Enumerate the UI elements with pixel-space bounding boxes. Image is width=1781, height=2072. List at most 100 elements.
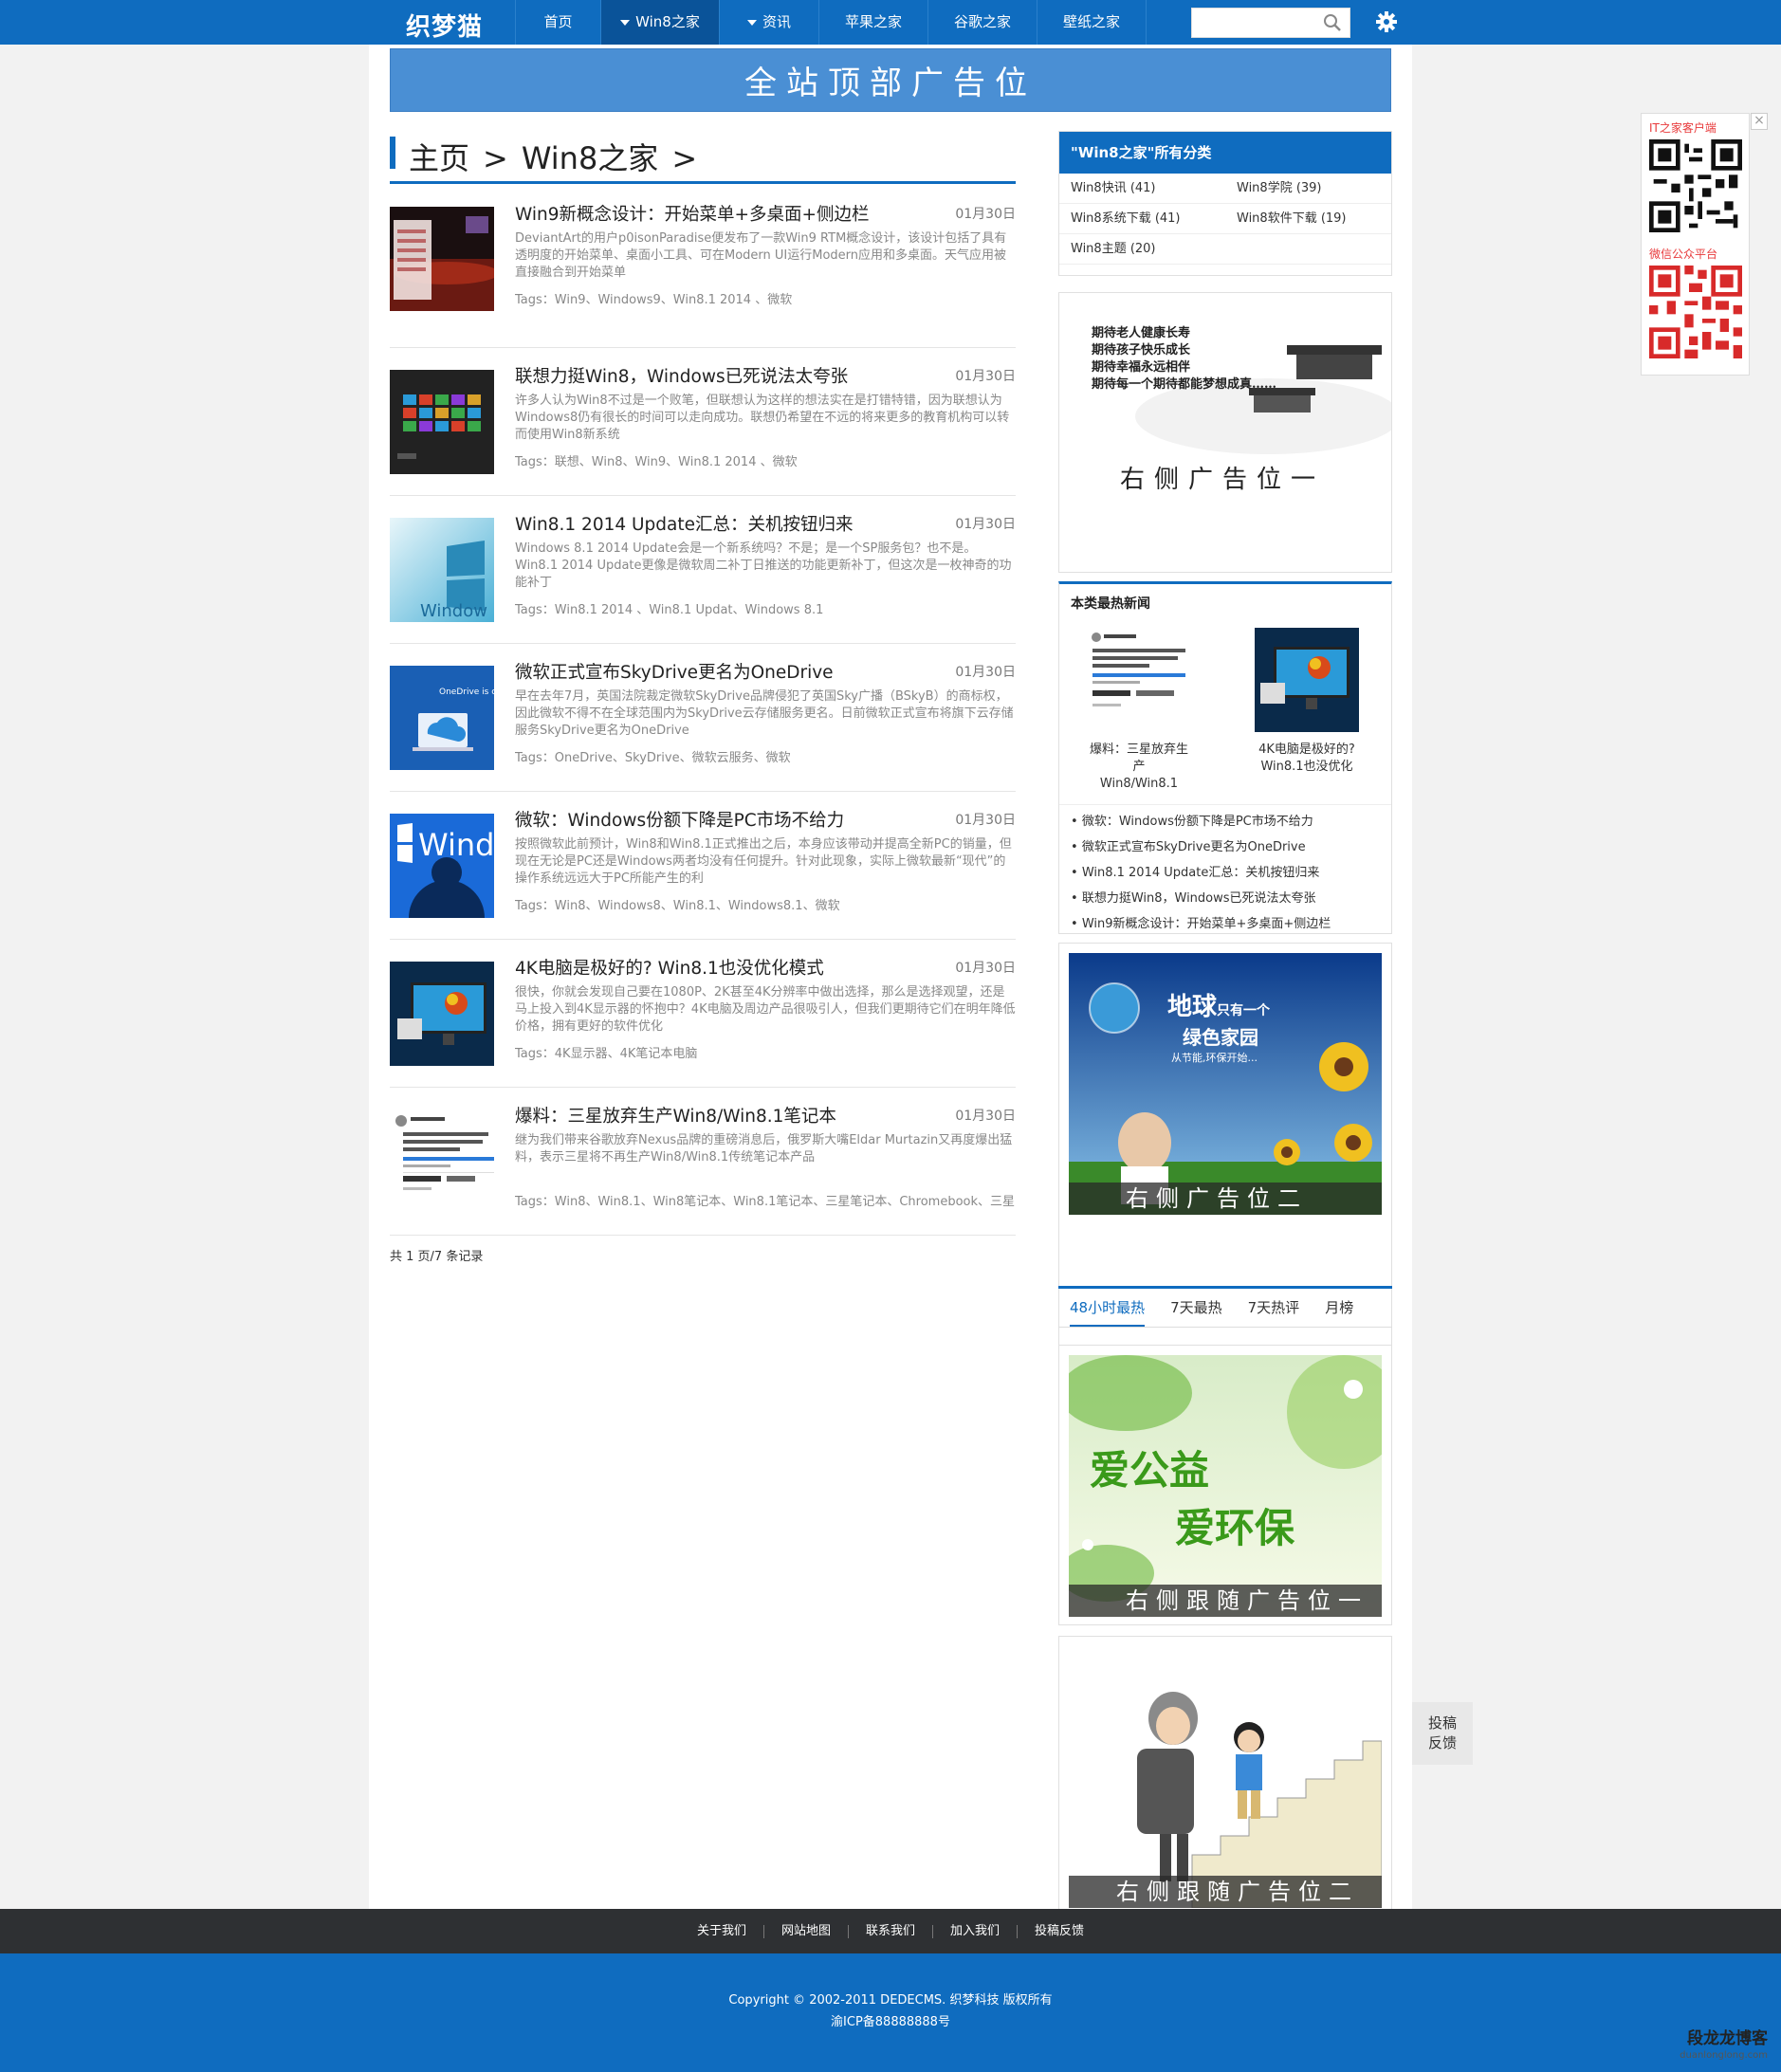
ad-label: 右侧广告位一 [1120,466,1326,494]
close-icon[interactable]: × [1751,113,1768,130]
hot-news-pic[interactable]: 爆料：三星放弃生产 Win8/Win8.1 [1086,628,1192,793]
article-date: 01月30日 [955,961,1016,976]
article-tags[interactable]: Tags：联想、Win8、Win9、Win8.1 2014 、微软 [515,451,1016,469]
article-item: Window Win8.1 2014 Update汇总：关机按钮归来 01月30… [390,497,1016,644]
tab-month[interactable]: 月榜 [1325,1289,1353,1327]
breadcrumb-win8[interactable]: Win8之家 [522,140,658,176]
hot-news-list: • 微软：Windows份额下降是PC市场不给力 • 微软正式宣布SkyDriv… [1059,804,1391,933]
tab-48h-hot[interactable]: 48小时最热 [1070,1289,1146,1327]
footer-link-sitemap[interactable]: 网站地图 [764,1924,849,1938]
search-input[interactable] [1192,9,1315,37]
article-title[interactable]: 爆料：三星放弃生产Win8/Win8.1笔记本 [515,1103,932,1128]
category-link[interactable]: Win8快讯 (41) [1059,174,1225,204]
sidebar: "Win8之家"所有分类 Win8快讯 (41) Win8学院 (39) Win… [1058,131,1392,1916]
article-date: 01月30日 [955,813,1016,828]
nav-item-google[interactable]: 谷歌之家 [928,0,1037,45]
article-summary: 按照微软此前预计，Win8和Win8.1正式推出之后，本身应该带动并提高全新PC… [515,837,1012,886]
site-logo[interactable]: 织梦猫 [406,8,483,42]
footer-link-about[interactable]: 关于我们 [680,1924,764,1938]
sidebar-follow-ad-2[interactable]: 右侧跟随广告位二 [1058,1636,1392,1916]
hot-news-caption: 爆料：三星放弃生产 [1089,743,1188,774]
breadcrumb-home[interactable]: 主页 [409,140,469,176]
article-title[interactable]: 联想力挺Win8，Windows已死说法太夸张 [515,363,932,388]
qr-code-app[interactable] [1649,139,1742,232]
tab-7day-hot[interactable]: 7天最热 [1170,1289,1222,1327]
footer-link-contact[interactable]: 联系我们 [849,1924,933,1938]
hot-news-link[interactable]: • Win9新概念设计：开始菜单+多桌面+侧边栏 [1059,911,1391,933]
article-item: OneDrive is co 微软正式宣布SkyDrive更名为OneDrive… [390,645,1016,792]
gear-icon[interactable] [1375,10,1398,33]
article-thumbnail[interactable]: Windo [390,814,494,918]
hot-news-link[interactable]: • Win8.1 2014 Update汇总：关机按钮归来 [1059,860,1391,886]
article-summary: 继为我们带来谷歌放弃Nexus品牌的重磅消息后，俄罗斯大嘴Eldar Murta… [515,1133,1013,1164]
article-date: 01月30日 [955,207,1016,222]
article-title[interactable]: 4K电脑是极好的? Win8.1也没优化模式 [515,955,932,980]
article-tags[interactable]: Tags：4K显示器、4K笔记本电脑 [515,1043,1016,1061]
footer-link-join[interactable]: 加入我们 [933,1924,1019,1938]
footer-icp[interactable]: 渝ICP备88888888号 [0,2011,1781,2029]
article-tags[interactable]: Tags：Win8、Windows8、Win8.1、Windows8.1、微软 [515,895,1016,913]
article-summary: Windows 8.1 2014 Update会是一个新系统吗？不是；是一个SP… [515,541,1012,590]
hot-news-link[interactable]: • 联想力挺Win8，Windows已死说法太夸张 [1059,886,1391,911]
category-link[interactable]: Win8系统下载 (41) [1059,204,1225,234]
article-tags[interactable]: Tags：OneDrive、SkyDrive、微软云服务、微软 [515,747,1016,765]
svg-text:Windo: Windo [418,827,494,863]
article-thumbnail[interactable] [390,370,494,474]
article-thumbnail[interactable]: Window [390,518,494,622]
breadcrumb: 主页 > Win8之家 > [390,135,1016,184]
sidebar-follow-ad-1[interactable]: 爱公益 爱环保 右侧跟随广告位一 [1058,1345,1392,1625]
nav-item-wallpaper[interactable]: 壁纸之家 [1037,0,1147,45]
category-title: "Win8之家"所有分类 [1059,132,1391,174]
hot-news-box: 本类最热新闻 爆料：三星放弃生产 Win8/Win8.1 4K电脑是极好的? Win… [1058,581,1392,934]
ad-label: 右侧跟随广告位二 [1069,1876,1382,1908]
article-tags[interactable]: Tags：Win8.1 2014 、Win8.1 Updat、Windows 8… [515,599,1016,617]
article-thumbnail[interactable] [390,962,494,1066]
tab-7day-comment[interactable]: 7天热评 [1248,1289,1300,1327]
article-thumbnail[interactable] [390,1109,494,1214]
footer-links: 关于我们 网站地图 联系我们 加入我们 投稿反馈 [0,1909,1781,1953]
hot-news-title: 本类最热新闻 [1071,596,1150,612]
ad-image [1069,1646,1382,1908]
ad-line: 期待孩子快乐成长 [1092,343,1191,358]
qr-float-panel: IT之家客户端 微信公众平台 [1641,113,1750,376]
top-ad-banner[interactable]: 全站顶部广告位 [390,48,1391,112]
breadcrumb-marker [390,137,395,169]
article-title[interactable]: 微软：Windows份额下降是PC市场不给力 [515,807,932,832]
nav-item-home[interactable]: 首页 [516,0,601,45]
category-link[interactable]: Win8主题 (20) [1059,234,1225,265]
article-title[interactable]: Win9新概念设计：开始菜单+多桌面+侧边栏 [515,201,932,226]
sidebar-ad-1[interactable]: 期待老人健康长寿 期待孩子快乐成长 期待幸福永远相伴 期待每一个期待都能梦想成真… [1058,292,1392,573]
ad-line: 期待幸福永远相伴 [1092,360,1191,375]
category-link[interactable]: Win8软件下载 (19) [1225,204,1391,234]
qr-code-wechat[interactable] [1649,266,1742,358]
article-tags[interactable]: Tags：Win9、Windows9、Win8.1 2014 、微软 [515,289,1016,307]
caret-down-icon [746,19,757,26]
search-box [1191,8,1350,38]
article-title[interactable]: 微软正式宣布SkyDrive更名为OneDrive [515,659,932,684]
category-link[interactable]: Win8学院 (39) [1225,174,1391,204]
svg-text:OneDrive is co: OneDrive is co [439,688,494,697]
article-tags[interactable]: Tags：Win8、Win8.1、Win8笔记本、Win8.1笔记本、三星笔记本… [515,1191,1016,1209]
article-summary: 很快，你就会发现自己要在1080P、2K甚至4K分辨率中做出选择，那么是选择观望… [515,985,1016,1034]
nav-item-win8[interactable]: Win8之家 [601,0,720,45]
hot-news-link[interactable]: • 微软：Windows份额下降是PC市场不给力 [1059,809,1391,834]
ad-headline: 绿色家园 [1183,1026,1258,1049]
article-date: 01月30日 [955,517,1016,532]
breadcrumb-separator: > [671,140,698,176]
article-thumbnail[interactable]: OneDrive is co [390,666,494,770]
ad-headline: 爱公益 [1090,1447,1210,1494]
hot-news-link[interactable]: • 微软正式宣布SkyDrive更名为OneDrive [1059,834,1391,860]
ad-line: 期待老人健康长寿 [1092,326,1191,340]
hot-news-pic[interactable]: 4K电脑是极好的? Win8.1也没优化 [1254,628,1360,776]
ad-headline: 地球 [1167,993,1218,1021]
pagination-info: 共 1 页/7 条记录 [390,1250,484,1264]
ad-headline: 爱环保 [1175,1505,1295,1551]
feedback-button[interactable]: 投稿 反馈 [1412,1702,1473,1765]
ad-headline: 只有一个 [1217,1003,1271,1018]
article-title[interactable]: Win8.1 2014 Update汇总：关机按钮归来 [515,511,932,536]
nav-item-news[interactable]: 资讯 [720,0,819,45]
nav-item-apple[interactable]: 苹果之家 [819,0,928,45]
footer-link-submit[interactable]: 投稿反馈 [1018,1924,1101,1938]
article-thumbnail[interactable] [390,207,494,311]
search-icon[interactable] [1323,13,1342,32]
